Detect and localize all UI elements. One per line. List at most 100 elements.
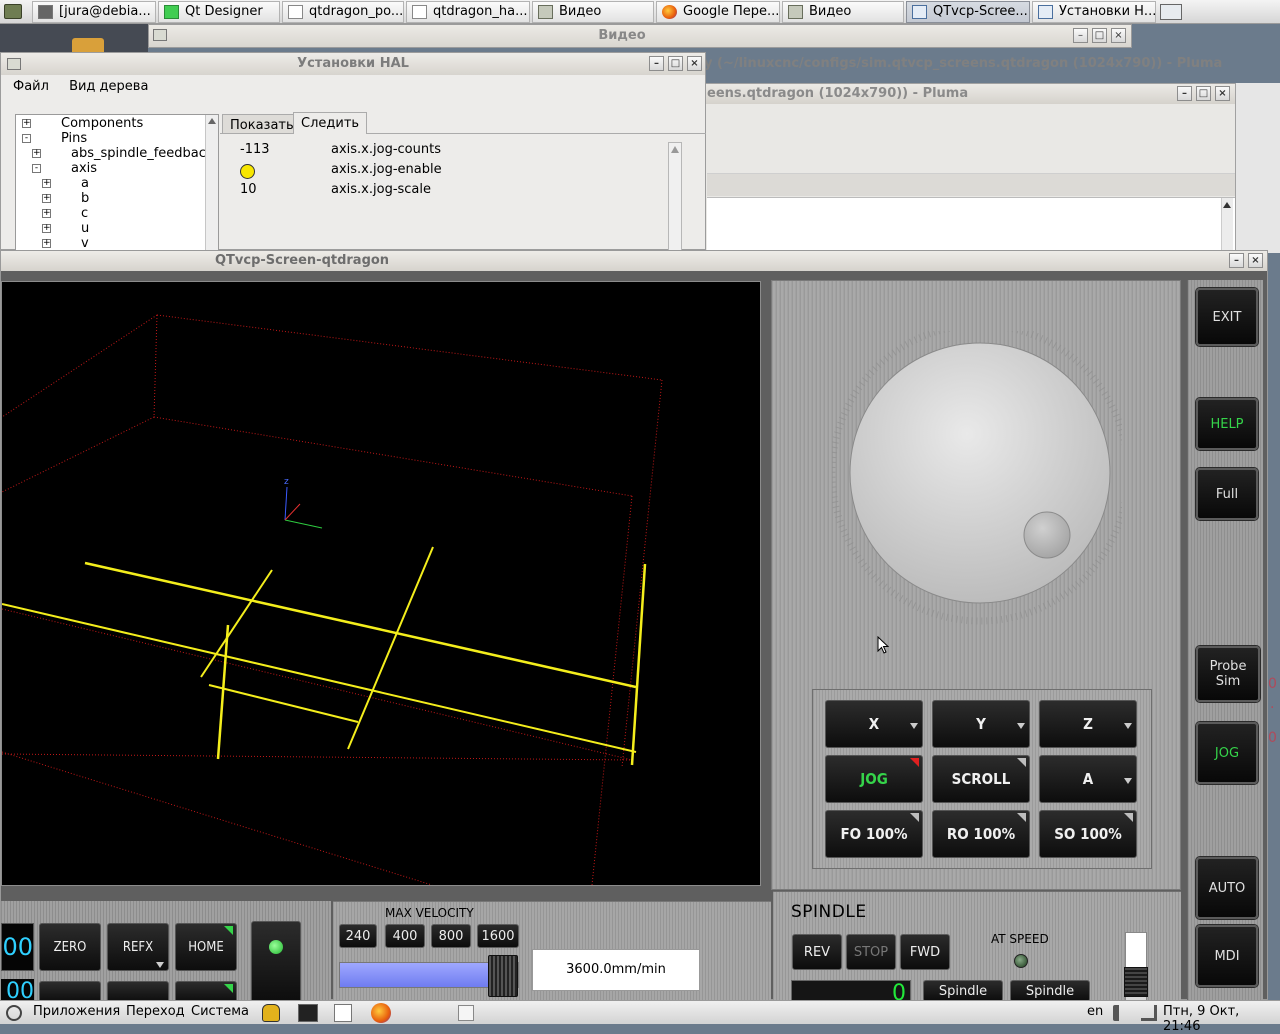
- trash-icon[interactable]: [458, 1005, 474, 1021]
- hal-tree[interactable]: + Components - Pins + abs_spindle_feedback …: [15, 114, 219, 252]
- close-button[interactable]: ×: [1248, 253, 1263, 268]
- mdi-mode-tab[interactable]: MDI: [1196, 925, 1258, 987]
- feed-override-button[interactable]: FO 100%: [825, 810, 923, 858]
- expand-icon[interactable]: +: [42, 239, 51, 248]
- minimize-button[interactable]: –: [1177, 86, 1192, 101]
- help-button[interactable]: HELP: [1196, 398, 1258, 450]
- watch-pin-name: axis.x.jog-enable: [331, 162, 442, 177]
- minimize-button[interactable]: –: [1229, 253, 1244, 268]
- show-desktop-icon[interactable]: [1160, 4, 1182, 20]
- task-google-translate[interactable]: Google Пере...: [656, 1, 780, 23]
- auto-mode-tab[interactable]: AUTO: [1196, 857, 1258, 919]
- minimize-button[interactable]: –: [649, 56, 664, 71]
- clock[interactable]: Птн, 9 Окт, 21:46: [1163, 1004, 1280, 1034]
- scroll-mode-button[interactable]: SCROLL: [932, 755, 1030, 803]
- editor-scrollbar[interactable]: [1221, 198, 1233, 258]
- velocity-slider-handle[interactable]: [488, 955, 518, 997]
- watch-value: 10: [240, 182, 257, 197]
- maximize-button[interactable]: □: [1196, 86, 1211, 101]
- spindle-lower-button-1[interactable]: Spindle: [923, 980, 1003, 1002]
- tree-scrollbar[interactable]: [205, 115, 218, 251]
- task-qtvcp-screen[interactable]: QTvcp-Scree...: [906, 1, 1030, 23]
- spindle-stop-button[interactable]: STOP: [846, 934, 896, 970]
- at-speed-led: [1014, 954, 1028, 968]
- jog-dial[interactable]: [832, 331, 1122, 631]
- expand-icon[interactable]: +: [42, 194, 51, 203]
- full-button[interactable]: Full: [1196, 468, 1258, 520]
- close-button[interactable]: ×: [687, 56, 702, 71]
- terminal-launcher-icon[interactable]: [298, 1004, 318, 1022]
- velocity-preset-400[interactable]: 400: [385, 924, 425, 948]
- task-qtdragon-ha[interactable]: qtdragon_ha...: [406, 1, 530, 23]
- expand-icon[interactable]: +: [42, 224, 51, 233]
- volume-icon[interactable]: [1113, 1005, 1131, 1021]
- expand-icon[interactable]: +: [32, 149, 41, 158]
- linux-launcher-icon[interactable]: [262, 1004, 280, 1022]
- zero-button[interactable]: ZERO: [39, 923, 101, 971]
- velocity-preset-1600[interactable]: 1600: [477, 924, 519, 948]
- origin-axes: z: [284, 477, 323, 529]
- pluma-text-area[interactable]: [707, 197, 1235, 258]
- spindle-slider-handle[interactable]: [1124, 967, 1148, 997]
- window-title: Установки HAL: [297, 56, 409, 71]
- jog-panel: X Y Z JOG SCROLL A FO 100% RO 100% SO 10…: [771, 280, 1181, 890]
- gcode-3d-viewport[interactable]: z: [1, 281, 761, 886]
- rapid-override-button[interactable]: RO 100%: [932, 810, 1030, 858]
- velocity-slider[interactable]: [339, 955, 519, 997]
- axis-y-button[interactable]: Y: [932, 700, 1030, 748]
- exit-button[interactable]: EXIT: [1196, 288, 1258, 346]
- menu-file[interactable]: Файл: [13, 79, 49, 94]
- menu-places[interactable]: Переход: [126, 1004, 185, 1019]
- desktop-menu-icon[interactable]: [4, 4, 22, 19]
- task-qtdragon-po[interactable]: qtdragon_po...: [282, 1, 404, 23]
- spindle-slider[interactable]: [1124, 932, 1148, 1002]
- minimize-button[interactable]: –: [1073, 28, 1088, 43]
- task-video-1[interactable]: Видео: [532, 1, 654, 23]
- network-icon[interactable]: [1141, 1005, 1157, 1021]
- status-led-button[interactable]: [251, 921, 301, 1003]
- jog-mode-button[interactable]: JOG: [825, 755, 923, 803]
- close-button[interactable]: ×: [1111, 28, 1126, 43]
- axis-x-button[interactable]: X: [825, 700, 923, 748]
- menu-system[interactable]: Система: [191, 1004, 249, 1019]
- probe-sim-button[interactable]: Probe Sim: [1196, 646, 1260, 702]
- expand-icon[interactable]: +: [22, 119, 31, 128]
- maximize-button[interactable]: □: [1092, 28, 1107, 43]
- firefox-launcher-icon[interactable]: [371, 1003, 391, 1023]
- expand-icon[interactable]: +: [42, 209, 51, 218]
- task-terminal[interactable]: [jura@debia...: [32, 1, 156, 23]
- task-video-2[interactable]: Видео: [782, 1, 904, 23]
- spindle-override-button[interactable]: SO 100%: [1039, 810, 1137, 858]
- maximize-button[interactable]: □: [668, 56, 683, 71]
- tab-watch[interactable]: Следить: [293, 112, 368, 134]
- spindle-fwd-button[interactable]: FWD: [900, 934, 950, 970]
- collapse-icon[interactable]: -: [32, 164, 41, 173]
- axis-a-button[interactable]: A: [1039, 755, 1137, 803]
- velocity-preset-240[interactable]: 240: [339, 924, 377, 948]
- button-label: ZERO: [53, 939, 87, 955]
- jog-mode-tab[interactable]: JOG: [1196, 722, 1258, 784]
- menu-applications[interactable]: Приложения: [33, 1004, 120, 1019]
- expand-icon[interactable]: +: [42, 179, 51, 188]
- task-hal-settings[interactable]: Установки Н...: [1032, 1, 1156, 23]
- velocity-preset-800[interactable]: 800: [431, 924, 471, 948]
- menu-tree-view[interactable]: Вид дерева: [69, 79, 148, 94]
- button-label: REFX: [122, 939, 154, 955]
- gnome-foot-icon[interactable]: [6, 1005, 22, 1021]
- spindle-lower-button-2[interactable]: Spindle: [1010, 980, 1090, 1002]
- corner-indicator: [1017, 813, 1026, 822]
- collapse-icon[interactable]: -: [22, 134, 31, 143]
- keyboard-layout-indicator[interactable]: en: [1087, 1004, 1103, 1019]
- corner-indicator: [1017, 758, 1026, 767]
- tab-show[interactable]: Показать: [222, 114, 302, 134]
- watch-scrollbar[interactable]: [668, 142, 682, 252]
- home-button[interactable]: HOME: [175, 923, 237, 971]
- hal-settings-window: Установки HAL – □ × Файл Вид дерева + Com…: [0, 52, 706, 252]
- axis-z-button[interactable]: Z: [1039, 700, 1137, 748]
- refx-button[interactable]: REFX: [107, 923, 169, 971]
- text-editor-launcher-icon[interactable]: [334, 1004, 352, 1022]
- task-qt-designer[interactable]: Qt Designer: [158, 1, 280, 23]
- task-label: Видео: [809, 4, 852, 19]
- close-button[interactable]: ×: [1215, 86, 1230, 101]
- spindle-rev-button[interactable]: REV: [792, 934, 842, 970]
